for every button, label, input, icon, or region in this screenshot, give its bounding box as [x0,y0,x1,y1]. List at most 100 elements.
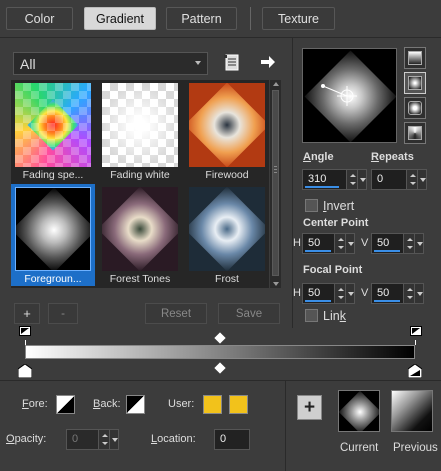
repeats-value: 0 [377,173,384,185]
center-v-dropdown[interactable] [414,233,424,254]
center-point-label: Center Point [303,217,369,229]
library-item-foreground[interactable]: Foregroun... [11,184,95,286]
scroll-down-icon[interactable] [273,282,279,286]
tab-color[interactable]: Color [6,7,73,30]
tab-bar-divider [0,37,441,38]
center-h-dropdown[interactable] [345,233,355,254]
library-item-fading-spectrum[interactable]: Fading spe... [11,80,95,182]
add-gradient-button[interactable]: + [14,303,40,324]
library-item-fading-white[interactable]: Fading white [98,80,182,182]
scroll-up-icon[interactable] [273,82,279,86]
focal-h-label: H [293,287,301,299]
tab-divider [250,7,251,30]
gradient-preview[interactable] [302,48,397,143]
focal-v-slider-indicator [374,300,400,302]
sunburst-style-button[interactable] [404,97,426,119]
previous-gradient-swatch[interactable] [391,390,433,432]
repeats-dropdown[interactable] [417,169,427,190]
location-value: 0 [220,433,227,445]
gradient-thumbnail [189,83,265,167]
remove-gradient-button[interactable]: - [48,303,78,324]
library-item-forest-tones[interactable]: Forest Tones [98,184,182,286]
invert-label: Invert [323,199,355,213]
spin-arrows[interactable] [334,234,345,253]
reset-button[interactable]: Reset [145,303,207,324]
tab-texture[interactable]: Texture [262,7,335,30]
opacity-spinner[interactable]: 0 [66,429,110,450]
spin-arrows[interactable] [406,170,417,189]
spin-arrows[interactable] [98,430,109,449]
center-h-value: 50 [308,237,321,249]
chevron-down-icon [195,61,201,65]
repeats-spinner[interactable]: 0 [371,169,418,190]
current-label: Current [340,442,379,454]
angle-dropdown[interactable] [357,169,367,190]
opacity-stop-right[interactable] [410,326,422,338]
tab-gradient[interactable]: Gradient [84,7,156,30]
focal-h-dropdown[interactable] [345,283,355,304]
opacity-value: 0 [72,433,79,445]
background-swatch[interactable] [126,395,145,414]
library-menu-icon[interactable] [222,52,242,74]
library-item-label: Forest Tones [109,273,171,285]
center-h-label: H [293,237,301,249]
color-stop-left[interactable] [17,363,33,379]
category-dropdown[interactable]: All [13,52,208,75]
center-v-spinner[interactable]: 50 [371,233,415,254]
library-item-label: Firewood [205,169,249,181]
arrow-right-icon[interactable] [258,52,278,72]
library-item-firewood[interactable]: Firewood [185,80,269,182]
location-input[interactable]: 0 [214,429,250,450]
center-v-label: V [361,237,369,249]
scrollbar-thumb[interactable] [272,90,279,276]
library-item-label: Fading white [110,169,170,181]
user-color-swatch-2[interactable] [229,395,248,414]
link-checkbox[interactable] [305,309,318,322]
angle-label: Angle [303,151,334,163]
rectangular-style-button[interactable] [404,72,426,94]
spin-arrows[interactable] [403,284,414,303]
angle-spinner[interactable]: 310 [302,169,358,190]
focal-v-dropdown[interactable] [414,283,424,304]
center-v-slider-indicator [374,250,400,252]
opacity-label: Opacity: [6,433,47,445]
bottom-divider [0,380,441,381]
radial-style-button[interactable] [404,122,426,144]
save-button[interactable]: Save [218,303,280,324]
user-color-swatch-1[interactable] [203,395,222,414]
invert-checkbox[interactable] [305,199,318,212]
focal-v-value: 50 [377,287,390,299]
current-gradient-swatch[interactable] [338,390,380,432]
gradient-thumbnail [15,83,91,167]
tab-pattern[interactable]: Pattern [166,7,237,30]
center-h-spinner[interactable]: 50 [302,233,346,254]
previous-label: Previous [393,442,438,454]
link-label: Link [323,309,346,323]
foreground-swatch[interactable] [56,395,75,414]
library-item-label: Frost [215,273,239,285]
gradient-thumbnail [102,83,178,167]
spin-arrows[interactable] [346,170,357,189]
gradient-thumbnail [15,187,91,271]
color-stop-right[interactable] [407,363,423,379]
gradient-thumbnail [189,187,265,271]
spin-arrows[interactable] [403,234,414,253]
spin-arrows[interactable] [334,284,345,303]
opacity-stop-left[interactable] [19,326,31,338]
gradient-thumbnail [102,187,178,271]
color-midpoint-marker[interactable] [214,362,226,374]
opacity-dropdown[interactable] [109,429,119,450]
library-item-frost[interactable]: Frost [185,184,269,286]
gradient-editor-bar[interactable] [25,345,415,359]
focal-v-spinner[interactable]: 50 [371,283,415,304]
linear-style-button[interactable] [404,47,426,69]
gradient-library: Fading spe... Fading white Firewood Fore… [11,80,269,288]
repeats-label: Repeats [371,151,414,163]
angle-handle-icon[interactable] [303,49,397,143]
focal-h-slider-indicator [305,300,331,302]
opacity-midpoint-marker[interactable] [214,332,226,344]
fore-label: Fore: [22,398,48,410]
library-scrollbar[interactable] [270,80,281,288]
add-to-library-button[interactable]: + [297,395,322,420]
focal-h-spinner[interactable]: 50 [302,283,346,304]
